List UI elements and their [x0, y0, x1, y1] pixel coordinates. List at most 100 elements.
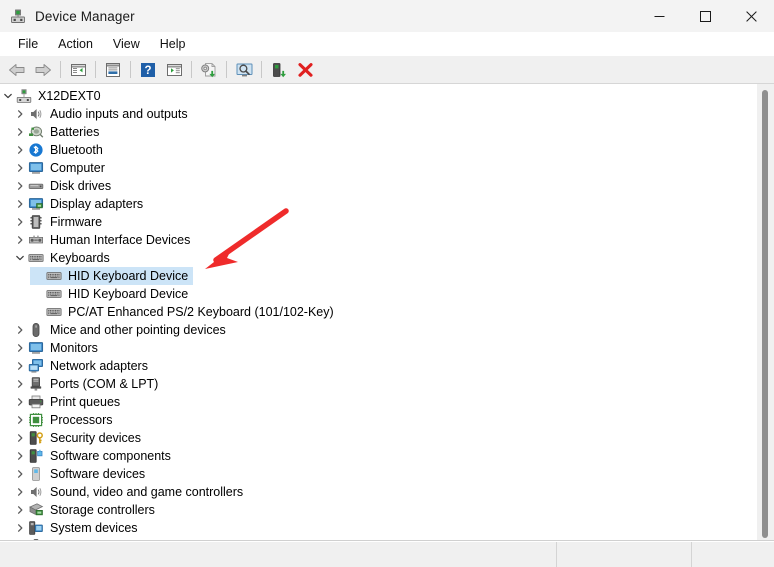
tree-item-label: Print queues — [44, 393, 120, 411]
action-pane-icon — [166, 62, 183, 78]
chevron-right-icon[interactable] — [12, 105, 28, 123]
vertical-scrollbar-thumb[interactable] — [762, 90, 768, 538]
enable-device-button[interactable] — [266, 58, 292, 82]
display-adapter-icon — [28, 196, 44, 212]
show-hide-action-pane-button[interactable] — [161, 58, 187, 82]
enable-device-icon — [270, 62, 288, 78]
menu-item-help[interactable]: Help — [150, 34, 196, 54]
show-hide-console-tree-button[interactable] — [65, 58, 91, 82]
maximize-button[interactable] — [682, 0, 728, 32]
tree-item-security-devices[interactable]: Security devices — [0, 429, 757, 447]
chevron-right-icon[interactable] — [12, 411, 28, 429]
toolbar-separator — [60, 61, 61, 78]
chevron-right-icon[interactable] — [12, 483, 28, 501]
tree-item-label: HID Keyboard Device — [62, 285, 188, 303]
tree-item-software-devices[interactable]: Software devices — [0, 465, 757, 483]
tree-item-ports-com-and-lpt[interactable]: Ports (COM & LPT) — [0, 375, 757, 393]
menu-item-view[interactable]: View — [103, 34, 150, 54]
chevron-right-icon[interactable] — [12, 177, 28, 195]
chevron-right-icon[interactable] — [12, 393, 28, 411]
speaker-icon — [28, 484, 44, 500]
chevron-right-icon[interactable] — [12, 375, 28, 393]
software-device-icon — [28, 466, 44, 482]
svg-text:?: ? — [144, 65, 151, 77]
chevron-right-icon[interactable] — [12, 465, 28, 483]
title-bar: Device Manager — [0, 0, 774, 32]
tree-item-root[interactable]: X12DEXT0 — [0, 87, 757, 105]
minimize-button[interactable] — [636, 0, 682, 32]
tree-item-audio-inputs-and-outputs[interactable]: Audio inputs and outputs — [0, 105, 757, 123]
properties-button[interactable] — [100, 58, 126, 82]
tree-item-mice-and-other-pointing-devices[interactable]: Mice and other pointing devices — [0, 321, 757, 339]
help-button[interactable]: ? — [135, 58, 161, 82]
disk-drive-icon — [28, 178, 44, 194]
chevron-right-icon[interactable] — [12, 357, 28, 375]
monitor-icon — [28, 340, 44, 356]
tree-item-monitors[interactable]: Monitors — [0, 339, 757, 357]
printer-icon — [28, 394, 44, 410]
tree-item-human-interface-devices[interactable]: Human Interface Devices — [0, 231, 757, 249]
help-question-icon: ? — [140, 62, 156, 78]
update-driver-button[interactable] — [196, 58, 222, 82]
chevron-right-icon[interactable] — [12, 141, 28, 159]
scan-for-hardware-changes-button[interactable] — [231, 58, 257, 82]
tree-item-label: Monitors — [44, 339, 98, 357]
tree-item-pcat-enhanced-ps2-keyboard[interactable]: PC/AT Enhanced PS/2 Keyboard (101/102-Ke… — [0, 303, 757, 321]
tree-item-system-devices[interactable]: System devices — [0, 519, 757, 537]
chevron-down-icon[interactable] — [12, 249, 28, 267]
toolbar-separator — [261, 61, 262, 78]
tree-item-label: Mice and other pointing devices — [44, 321, 226, 339]
menu-item-action[interactable]: Action — [48, 34, 103, 54]
tree-item-keyboards[interactable]: Keyboards — [0, 249, 757, 267]
tree-item-processors[interactable]: Processors — [0, 411, 757, 429]
chevron-right-icon[interactable] — [12, 447, 28, 465]
tree-item-label: Storage controllers — [44, 501, 155, 519]
tree-item-software-components[interactable]: Software components — [0, 447, 757, 465]
tree-item-network-adapters[interactable]: Network adapters — [0, 357, 757, 375]
network-adapter-icon — [28, 358, 44, 374]
tree-item-batteries[interactable]: Batteries — [0, 123, 757, 141]
tree-item-disk-drives[interactable]: Disk drives — [0, 177, 757, 195]
menu-item-file[interactable]: File — [8, 34, 48, 54]
toolbar-separator — [130, 61, 131, 78]
tree-item-label: System devices — [44, 519, 138, 537]
tree-item-label: Keyboards — [44, 249, 110, 267]
chevron-right-icon[interactable] — [12, 339, 28, 357]
back-button[interactable] — [4, 58, 30, 82]
tree-item-computer[interactable]: Computer — [0, 159, 757, 177]
tree-item-print-queues[interactable]: Print queues — [0, 393, 757, 411]
close-button[interactable] — [728, 0, 774, 32]
toolbar-separator — [226, 61, 227, 78]
chevron-right-icon[interactable] — [12, 195, 28, 213]
tree-item-bluetooth[interactable]: Bluetooth — [0, 141, 757, 159]
chevron-right-icon[interactable] — [12, 123, 28, 141]
chevron-right-icon[interactable] — [12, 213, 28, 231]
chevron-right-icon[interactable] — [12, 321, 28, 339]
window-controls — [636, 0, 774, 32]
device-manager-window: Device Manager File Action View Help — [0, 0, 774, 567]
uninstall-device-button[interactable] — [292, 58, 318, 82]
chevron-right-icon[interactable] — [12, 231, 28, 249]
mouse-icon — [28, 322, 44, 338]
tree-item-label: Batteries — [44, 123, 99, 141]
chevron-down-icon[interactable] — [0, 87, 16, 105]
vertical-scrollbar[interactable] — [757, 84, 774, 540]
chevron-right-icon[interactable] — [12, 501, 28, 519]
chevron-right-icon[interactable] — [12, 519, 28, 537]
computer-root-icon — [16, 88, 32, 104]
device-tree: X12DEXT0 Audio inputs — [0, 87, 757, 540]
tree-item-hid-keyboard-device-1[interactable]: HID Keyboard Device — [0, 267, 757, 285]
tree-item-label: Computer — [44, 159, 105, 177]
chevron-right-icon[interactable] — [12, 159, 28, 177]
status-pane-tertiary — [691, 542, 774, 567]
status-pane-message — [0, 542, 556, 567]
tree-item-firmware[interactable]: Firmware — [0, 213, 757, 231]
tree-item-sound-video-and-game-controllers[interactable]: Sound, video and game controllers — [0, 483, 757, 501]
tree-item-display-adapters[interactable]: Display adapters — [0, 195, 757, 213]
tree-item-storage-controllers[interactable]: Storage controllers — [0, 501, 757, 519]
forward-button[interactable] — [30, 58, 56, 82]
tree-item-hid-keyboard-device-2[interactable]: HID Keyboard Device — [0, 285, 757, 303]
tree-item-label: X12DEXT0 — [32, 87, 101, 105]
console-tree-icon — [70, 62, 87, 78]
chevron-right-icon[interactable] — [12, 429, 28, 447]
